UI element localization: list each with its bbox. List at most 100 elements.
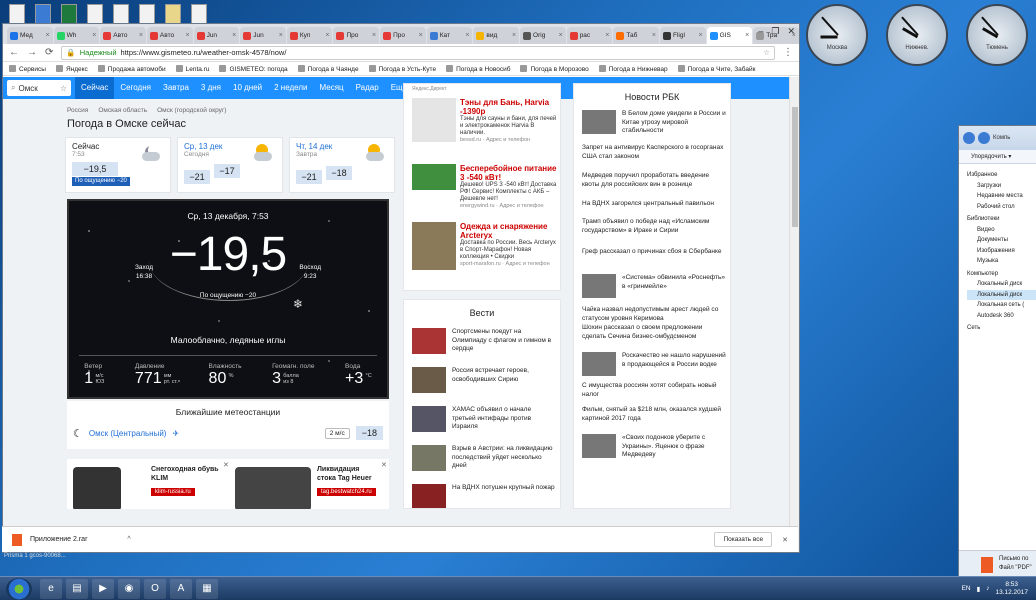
tree-item[interactable]: Сеть xyxy=(967,323,1036,334)
explorer-icon[interactable]: ▤ xyxy=(66,578,88,599)
breadcrumb-item[interactable]: Россия xyxy=(67,107,88,114)
close-tab-icon[interactable]: × xyxy=(279,32,283,39)
vesti-news-item[interactable]: Взрыв в Австрии: на ликвидацию последств… xyxy=(412,445,556,475)
bookmark-item[interactable]: Погода в Чаянде xyxy=(297,64,359,73)
forecast-card-now[interactable]: Сейчас 7:53 −19,5 По ощущению −20 xyxy=(65,137,171,193)
desktop-icon[interactable] xyxy=(58,2,80,24)
network-icon[interactable]: ▮ xyxy=(977,585,981,593)
desktop-icon[interactable] xyxy=(32,2,54,24)
explorer-path[interactable]: Компь xyxy=(993,135,1010,141)
rbk-news-item[interactable]: Шохин рассказал о своем предложении сдел… xyxy=(582,324,726,341)
browser-tab[interactable]: Fligl × xyxy=(659,27,706,44)
url-field[interactable]: 🔒 Надежный https://www.gismeteo.ru/weath… xyxy=(61,45,775,60)
browser-tab[interactable]: Про × xyxy=(333,27,380,44)
station-link[interactable]: Омск (Центральный) xyxy=(89,429,167,438)
vesti-news-item[interactable]: На ВДНХ потушен крупный пожар xyxy=(412,484,556,508)
tree-item[interactable]: Недавние места xyxy=(967,191,1036,202)
desktop-icon[interactable] xyxy=(188,2,210,24)
close-tab-icon[interactable]: × xyxy=(605,32,609,39)
download-filename[interactable]: Приложение 2.rar xyxy=(30,536,87,543)
vesti-news-item[interactable]: Спортсмены поедут на Олимпиаду с флагом … xyxy=(412,328,556,358)
bookmark-item[interactable]: Сервисы xyxy=(9,64,46,73)
close-tab-icon[interactable]: × xyxy=(745,32,749,39)
browser-tab[interactable]: Про × xyxy=(380,27,426,44)
tree-item[interactable]: Рабочий стол xyxy=(967,202,1036,213)
boot-ad-image[interactable] xyxy=(73,467,121,509)
desktop-icon[interactable] xyxy=(110,2,132,24)
tree-item[interactable]: Локальный диск xyxy=(967,289,1036,300)
start-button[interactable] xyxy=(6,577,32,600)
close-tab-icon[interactable]: × xyxy=(419,32,423,39)
tree-item[interactable]: Музыка xyxy=(967,256,1036,267)
browser-tab[interactable]: Авто × xyxy=(100,27,146,44)
language-indicator[interactable]: EN xyxy=(962,585,971,592)
rbk-news-item[interactable]: «Система» обвинила «Роснефть» в «гринмей… xyxy=(582,274,726,298)
bookmark-item[interactable]: Погода в Нижневар xyxy=(598,64,668,73)
breadcrumb-item[interactable]: Омская область xyxy=(98,107,147,114)
browser-tab[interactable]: Мед × xyxy=(7,27,53,44)
bookmark-item[interactable]: Погода в Чите, Забайк xyxy=(677,64,755,73)
browser-tab[interactable]: Таб × xyxy=(613,27,659,44)
back-icon[interactable] xyxy=(963,132,975,144)
ad-domain[interactable]: tag.bestwatch24.ru xyxy=(317,488,376,496)
minimize-icon[interactable]: – xyxy=(758,26,763,37)
back-icon[interactable]: ← xyxy=(9,47,19,58)
volume-icon[interactable]: ♪ xyxy=(986,585,989,592)
close-tab-icon[interactable]: × xyxy=(139,32,143,39)
outlook-icon[interactable]: O xyxy=(144,578,166,599)
rbk-news-item[interactable]: С имущества россиян хотят собирать новый… xyxy=(582,382,726,399)
breadcrumb-item[interactable]: Омск (городской округ) xyxy=(157,107,226,114)
nav-tab[interactable]: 3 дня xyxy=(195,77,227,99)
acrobat-icon[interactable]: A xyxy=(170,578,192,599)
tree-item[interactable]: Видео xyxy=(967,225,1036,236)
media-player-icon[interactable]: ▶ xyxy=(92,578,114,599)
ie-icon[interactable]: e xyxy=(40,578,62,599)
close-icon[interactable]: ✕ xyxy=(782,536,788,544)
browser-tab[interactable]: Куп × xyxy=(286,27,333,44)
menu-icon[interactable]: ⋮ xyxy=(783,47,793,58)
close-tab-icon[interactable]: × xyxy=(372,32,376,39)
desktop-icon[interactable] xyxy=(162,2,184,24)
rbk-news-item[interactable]: Чайка назвал недопустимым арест людей со… xyxy=(582,306,726,323)
close-tab-icon[interactable]: × xyxy=(325,32,329,39)
tree-item[interactable]: Компьютер xyxy=(967,269,1036,280)
maximize-icon[interactable]: ❐ xyxy=(771,26,779,37)
tree-item[interactable]: Локальная сеть ( xyxy=(967,300,1036,311)
close-tab-icon[interactable]: × xyxy=(46,32,50,39)
rbk-news-item[interactable]: Трамп объявил о победе над «Исламским го… xyxy=(582,218,726,235)
nav-tab[interactable]: 10 дней xyxy=(227,77,268,99)
vesti-news-item[interactable]: Россия встречает героев, освободивших Си… xyxy=(412,367,556,397)
close-tab-icon[interactable]: × xyxy=(185,32,189,39)
desktop-icon[interactable] xyxy=(84,2,106,24)
nav-tab[interactable]: Завтра xyxy=(157,77,195,99)
close-tab-icon[interactable]: × xyxy=(232,32,236,39)
tree-item[interactable]: Загрузки xyxy=(967,181,1036,192)
browser-tab[interactable]: Wh × xyxy=(53,27,100,44)
chevron-up-icon[interactable]: ^ xyxy=(127,536,130,543)
browser-tab[interactable]: GIS × xyxy=(706,27,753,44)
bookmark-item[interactable]: Погода в Усть-Куте xyxy=(368,64,436,73)
tree-item[interactable]: Изображения xyxy=(967,246,1036,257)
rbk-news-item[interactable]: Греф рассказал о причинах сбоя в Сбербан… xyxy=(582,248,726,257)
bookmark-star-icon[interactable]: ☆ xyxy=(763,48,770,57)
browser-tab[interactable]: вид × xyxy=(473,27,520,44)
close-tab-icon[interactable]: × xyxy=(652,32,656,39)
rbk-news-item[interactable]: Медведев поручил проработать введение кв… xyxy=(582,172,726,189)
rbk-news-item[interactable]: В Белом доме увидели в России и Китае уг… xyxy=(582,110,726,136)
close-tab-icon[interactable]: × xyxy=(465,32,469,39)
tree-item[interactable]: Библиотеки xyxy=(967,214,1036,225)
bookmark-item[interactable]: Продажа автомоби xyxy=(97,64,166,73)
nav-tab[interactable]: 2 недели xyxy=(268,77,313,99)
nav-tab[interactable]: Месяц xyxy=(313,77,349,99)
close-tab-icon[interactable]: × xyxy=(699,32,703,39)
rbk-news-item[interactable]: Фильм, снятый за $218 млн, оказался худш… xyxy=(582,406,726,423)
close-tab-icon[interactable]: × xyxy=(92,32,96,39)
city-search-input[interactable]: ⌕ Омск ☆ xyxy=(7,80,71,96)
nav-tab[interactable]: Сейчас xyxy=(75,77,115,99)
forward-icon[interactable]: → xyxy=(27,47,37,58)
bookmark-item[interactable]: Погода в Морозово xyxy=(520,64,589,73)
close-icon[interactable]: ✕ xyxy=(223,461,229,469)
tray-clock[interactable]: 8:53 13.12.2017 xyxy=(995,581,1028,597)
organize-button[interactable]: Упорядочить ▾ xyxy=(959,150,1036,164)
bookmark-item[interactable]: Lenta.ru xyxy=(175,64,209,73)
